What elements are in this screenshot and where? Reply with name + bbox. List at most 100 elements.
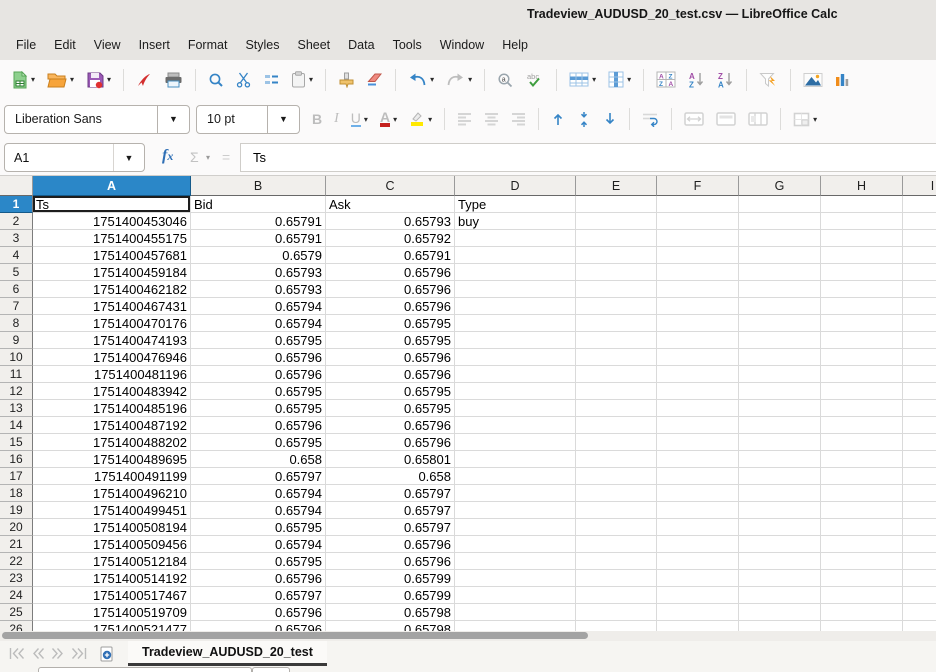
cell-D1[interactable]: Type <box>455 196 576 213</box>
cell-C25[interactable]: 0.65798 <box>326 604 455 621</box>
cell-E5[interactable] <box>576 264 657 281</box>
row-header-17[interactable]: 17 <box>0 468 33 485</box>
cell-E26[interactable] <box>576 621 657 631</box>
menu-file[interactable]: File <box>7 34 45 56</box>
row-header-21[interactable]: 21 <box>0 536 33 553</box>
cell-H13[interactable] <box>821 400 903 417</box>
cell-G20[interactable] <box>739 519 821 536</box>
cell-D5[interactable] <box>455 264 576 281</box>
cell-D4[interactable] <box>455 247 576 264</box>
cell-H15[interactable] <box>821 434 903 451</box>
cell-B25[interactable]: 0.65796 <box>191 604 326 621</box>
cell-G2[interactable] <box>739 213 821 230</box>
cell-F21[interactable] <box>657 536 739 553</box>
cell-F19[interactable] <box>657 502 739 519</box>
cell-H16[interactable] <box>821 451 903 468</box>
font-size-combo[interactable]: 10 pt ▼ <box>196 105 300 134</box>
cell-F26[interactable] <box>657 621 739 631</box>
cell-C2[interactable]: 0.65793 <box>326 213 455 230</box>
copy-button[interactable] <box>259 66 283 94</box>
font-color-button[interactable]: A▾ <box>376 105 401 133</box>
cell-G16[interactable] <box>739 451 821 468</box>
row-header-9[interactable]: 9 <box>0 332 33 349</box>
cell-F12[interactable] <box>657 383 739 400</box>
cell-D18[interactable] <box>455 485 576 502</box>
chevron-down-icon[interactable]: ▾ <box>393 115 397 124</box>
row-header-3[interactable]: 3 <box>0 230 33 247</box>
cell-D13[interactable] <box>455 400 576 417</box>
cell-E9[interactable] <box>576 332 657 349</box>
sort-descending-button[interactable]: ZA <box>713 66 738 94</box>
cell-I19[interactable] <box>903 502 936 519</box>
autofilter-button[interactable] <box>755 66 782 94</box>
cell-B7[interactable]: 0.65794 <box>191 298 326 315</box>
cell-C4[interactable]: 0.65791 <box>326 247 455 264</box>
row-header-4[interactable]: 4 <box>0 247 33 264</box>
cell-E13[interactable] <box>576 400 657 417</box>
function-wizard-icon[interactable]: fx <box>162 147 173 165</box>
cell-I9[interactable] <box>903 332 936 349</box>
add-sheet-icon[interactable] <box>100 646 114 662</box>
cell-G11[interactable] <box>739 366 821 383</box>
cell-H8[interactable] <box>821 315 903 332</box>
paste-button[interactable]: ▾ <box>287 66 317 94</box>
column-header-E[interactable]: E <box>576 176 657 196</box>
previous-sheet-icon[interactable] <box>31 647 45 660</box>
borders-button[interactable]: ▾ <box>789 105 821 133</box>
chevron-down-icon[interactable]: ▾ <box>468 75 472 84</box>
cell-C14[interactable]: 0.65796 <box>326 417 455 434</box>
cell-A21[interactable]: 1751400509456 <box>33 536 191 553</box>
sort-ascending-button[interactable]: AZ <box>684 66 709 94</box>
cell-G26[interactable] <box>739 621 821 631</box>
cell-B26[interactable]: 0.65796 <box>191 621 326 631</box>
cell-A13[interactable]: 1751400485196 <box>33 400 191 417</box>
cell-H7[interactable] <box>821 298 903 315</box>
cell-F5[interactable] <box>657 264 739 281</box>
cell-D24[interactable] <box>455 587 576 604</box>
menu-format[interactable]: Format <box>179 34 237 56</box>
insert-image-button[interactable] <box>799 66 827 94</box>
row-header-12[interactable]: 12 <box>0 383 33 400</box>
cell-F3[interactable] <box>657 230 739 247</box>
cell-F7[interactable] <box>657 298 739 315</box>
cell-A11[interactable]: 1751400481196 <box>33 366 191 383</box>
cell-C11[interactable]: 0.65796 <box>326 366 455 383</box>
cell-I8[interactable] <box>903 315 936 332</box>
cell-D22[interactable] <box>455 553 576 570</box>
cell-D15[interactable] <box>455 434 576 451</box>
cell-E8[interactable] <box>576 315 657 332</box>
row-header-26[interactable]: 26 <box>0 621 33 631</box>
save-button[interactable]: ▾ <box>82 66 115 94</box>
font-name-dropdown[interactable]: ▼ <box>157 106 189 133</box>
cell-C5[interactable]: 0.65796 <box>326 264 455 281</box>
merge-cells-button[interactable] <box>712 105 740 133</box>
menu-insert[interactable]: Insert <box>130 34 179 56</box>
cell-G23[interactable] <box>739 570 821 587</box>
cell-C8[interactable]: 0.65795 <box>326 315 455 332</box>
name-box-dropdown[interactable]: ▼ <box>113 144 144 171</box>
cell-F23[interactable] <box>657 570 739 587</box>
cell-C21[interactable]: 0.65796 <box>326 536 455 553</box>
cell-A26[interactable]: 1751400521477 <box>33 621 191 631</box>
cell-A6[interactable]: 1751400462182 <box>33 281 191 298</box>
cell-C22[interactable]: 0.65796 <box>326 553 455 570</box>
cell-B23[interactable]: 0.65796 <box>191 570 326 587</box>
undo-button[interactable]: ▾ <box>404 66 438 94</box>
cell-A3[interactable]: 1751400455175 <box>33 230 191 247</box>
cell-A7[interactable]: 1751400467431 <box>33 298 191 315</box>
cell-C20[interactable]: 0.65797 <box>326 519 455 536</box>
cell-D9[interactable] <box>455 332 576 349</box>
row-header-24[interactable]: 24 <box>0 587 33 604</box>
highlight-color-button[interactable]: ▾ <box>405 105 436 133</box>
row-header-7[interactable]: 7 <box>0 298 33 315</box>
cell-D11[interactable] <box>455 366 576 383</box>
cell-H24[interactable] <box>821 587 903 604</box>
cell-A12[interactable]: 1751400483942 <box>33 383 191 400</box>
cell-I14[interactable] <box>903 417 936 434</box>
first-sheet-icon[interactable] <box>9 647 25 660</box>
cell-B21[interactable]: 0.65794 <box>191 536 326 553</box>
cell-H4[interactable] <box>821 247 903 264</box>
cell-I7[interactable] <box>903 298 936 315</box>
cell-B16[interactable]: 0.658 <box>191 451 326 468</box>
formula-input[interactable]: Ts <box>240 143 936 172</box>
